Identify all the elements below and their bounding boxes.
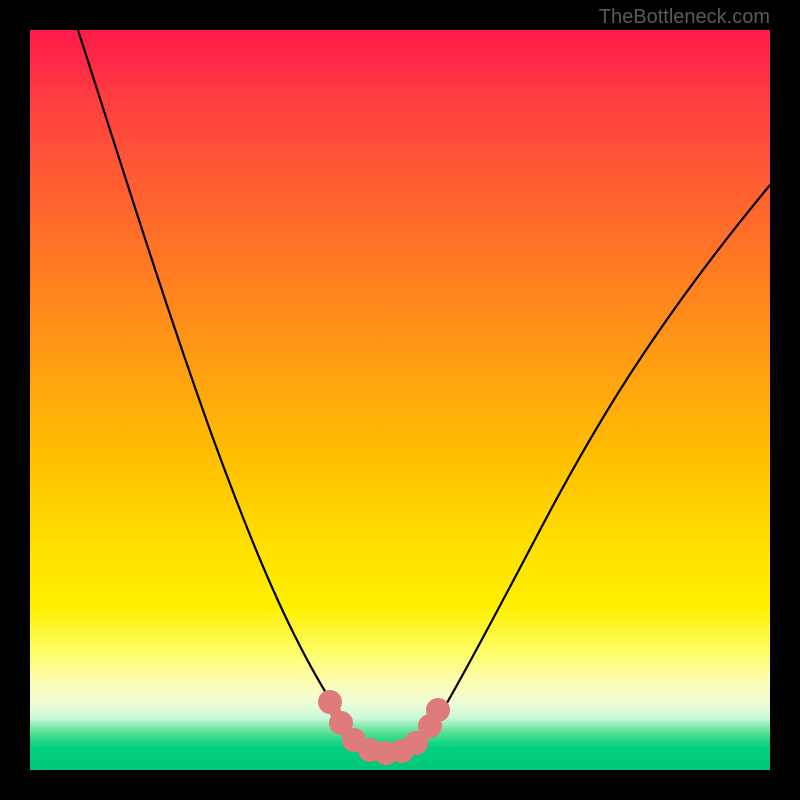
attribution-text: TheBottleneck.com	[599, 6, 770, 29]
optimal-zone-highlight	[324, 696, 444, 759]
chart-svg	[30, 30, 770, 770]
bottleneck-curve	[78, 30, 770, 753]
chart-plot-area	[30, 30, 770, 770]
